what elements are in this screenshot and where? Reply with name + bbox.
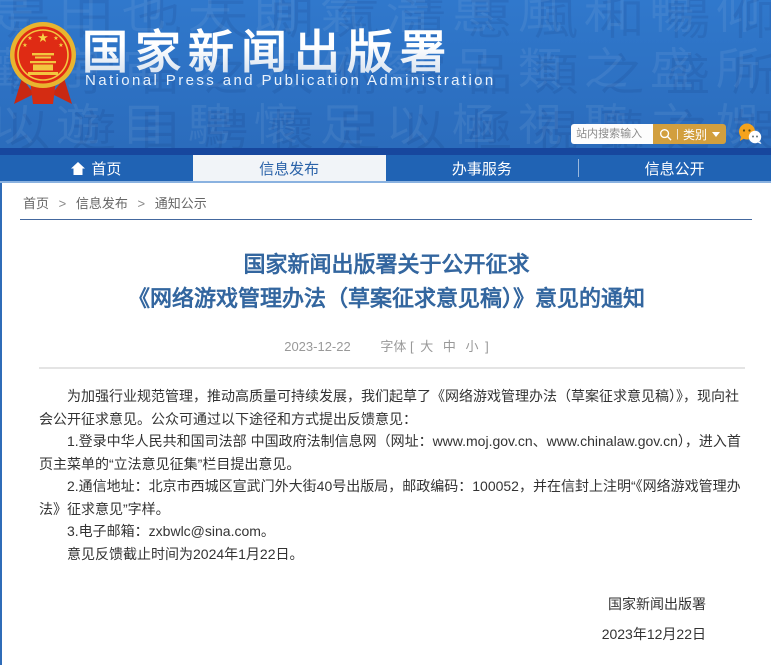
paragraph: 2.通信地址：北京市西城区宣武门外大街40号出版局，邮政编码：100052，并在…	[39, 475, 745, 520]
site-search: | 类别	[571, 124, 726, 144]
publish-date: 2023-12-22	[284, 339, 351, 354]
breadcrumb-info-release[interactable]: 信息发布	[76, 196, 128, 211]
signature-block: 国家新闻出版署 2023年12月22日	[2, 589, 771, 649]
svg-text:★: ★	[53, 35, 58, 42]
wechat-icon[interactable]	[737, 123, 763, 145]
breadcrumb-divider	[20, 219, 752, 220]
site-subtitle-english: National Press and Publication Administr…	[85, 72, 496, 89]
nav-item-label: 首页	[91, 158, 121, 179]
bracket: [	[410, 339, 414, 354]
breadcrumb-home[interactable]: 首页	[23, 196, 49, 211]
site-header: 是日也天朗氣清惠風和暢仰觀宇宙之大俯察品類之盛所以遊目騁懷足以極視聽之娛信可樂也…	[0, 0, 771, 148]
paragraph: 1.登录中华人民共和国司法部 中国政府法制信息网（网址：www.moj.gov.…	[39, 430, 745, 475]
breadcrumb-notices[interactable]: 通知公示	[155, 196, 207, 211]
article-title: 国家新闻出版署关于公开征求 《网络游戏管理办法（草案征求意见稿）》意见的通知	[2, 248, 771, 316]
breadcrumb-separator: >	[138, 196, 146, 211]
svg-text:★: ★	[58, 42, 63, 49]
signature-date: 2023年12月22日	[2, 619, 706, 649]
breadcrumb: 首页 > 信息发布 > 通知公示	[2, 183, 771, 219]
national-emblem-logo: ★ ★ ★ ★ ★	[8, 18, 78, 110]
chevron-down-icon[interactable]	[712, 132, 720, 137]
header-divider-strip	[0, 148, 771, 155]
nav-item-info-release[interactable]: 信息发布	[193, 155, 386, 181]
nav-item-home[interactable]: 首页	[0, 155, 193, 181]
article-body: 为加强行业规范管理，推动高质量可持续发展，我们起草了《网络游戏管理办法（草案征求…	[2, 369, 771, 565]
font-size-small-button[interactable]: 小	[466, 339, 479, 354]
nav-item-label: 信息公开	[645, 158, 705, 179]
font-size-large-button[interactable]: 大	[420, 339, 433, 354]
paragraph: 3.电子邮箱：zxbwlc@sina.com。	[39, 520, 745, 543]
paragraph: 意见反馈截止时间为2024年1月22日。	[39, 543, 745, 566]
bracket: ]	[485, 339, 489, 354]
main-nav: 首页 信息发布 办事服务 信息公开	[0, 155, 771, 181]
article: 国家新闻出版署关于公开征求 《网络游戏管理办法（草案征求意见稿）》意见的通知 2…	[2, 248, 771, 665]
article-title-line1: 国家新闻出版署关于公开征求	[2, 248, 771, 282]
nav-item-services[interactable]: 办事服务	[386, 155, 579, 181]
article-meta: 2023-12-22 字体 [ 大 中 小 ]	[2, 336, 771, 355]
search-input[interactable]	[571, 124, 653, 144]
content-area: 首页 > 信息发布 > 通知公示 国家新闻出版署关于公开征求 《网络游戏管理办法…	[0, 183, 771, 665]
nav-item-label: 办事服务	[452, 158, 512, 179]
signature-org: 国家新闻出版署	[2, 589, 706, 619]
category-dropdown[interactable]: 类别	[683, 126, 707, 143]
nav-item-label: 信息发布	[259, 158, 319, 179]
svg-text:★: ★	[27, 35, 32, 42]
search-icon[interactable]	[659, 128, 672, 141]
font-size-medium-button[interactable]: 中	[443, 339, 456, 354]
search-controls: | 类别	[653, 124, 726, 144]
article-title-line2: 《网络游戏管理办法（草案征求意见稿）》意见的通知	[2, 282, 771, 316]
svg-text:★: ★	[37, 30, 49, 45]
search-divider: |	[676, 129, 679, 140]
nav-item-info-disclosure[interactable]: 信息公开	[578, 155, 771, 181]
font-size-label: 字体	[380, 339, 406, 354]
page: 是日也天朗氣清惠風和暢仰觀宇宙之大俯察品類之盛所以遊目騁懷足以極視聽之娛信可樂也…	[0, 0, 771, 665]
paragraph: 为加强行业规范管理，推动高质量可持续发展，我们起草了《网络游戏管理办法（草案征求…	[39, 385, 745, 430]
nav-separator	[578, 159, 579, 177]
home-icon	[71, 162, 85, 175]
breadcrumb-separator: >	[59, 196, 67, 211]
svg-text:★: ★	[22, 42, 27, 49]
